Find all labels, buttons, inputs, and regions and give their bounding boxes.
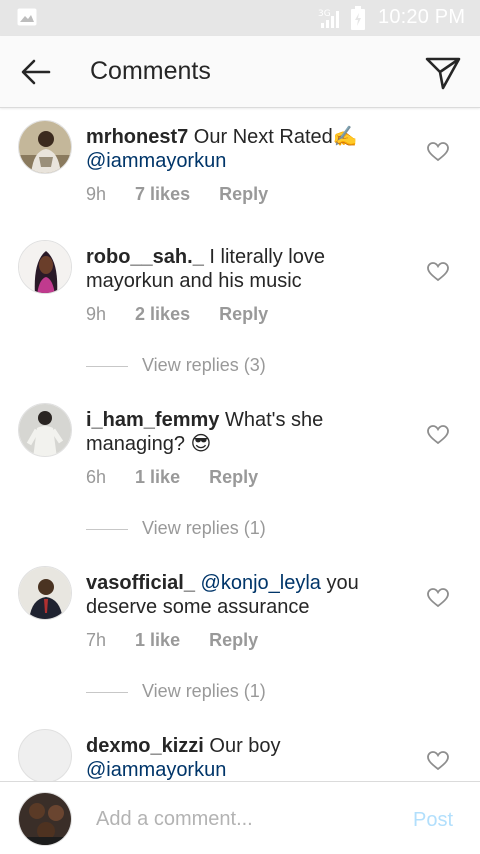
comment-username[interactable]: i_ham_femmy [86,409,219,431]
heart-icon[interactable] [427,425,449,445]
avatar[interactable] [18,729,72,783]
comment-meta: 9h 2 likes Reply [86,304,292,325]
signal-icon: 3G [318,9,339,28]
comment-time: 9h [86,304,107,324]
view-replies-button[interactable]: View replies (1) [86,681,346,703]
image-icon [17,8,37,26]
comment-composer: Add a comment... Post [0,781,480,854]
status-time: 10:20 PM [378,6,466,28]
likes-count[interactable]: 7 likes [135,184,190,204]
comment-username[interactable]: dexmo_kizzi [86,735,204,757]
view-replies-label[interactable]: View replies (1) [142,518,266,539]
comment-username[interactable]: vasofficial_ [86,572,195,594]
comment-text: i_ham_femmy What's she managing? 😎 [86,408,406,456]
likes-count[interactable]: 1 like [135,467,180,487]
comment-text: mrhonest7 Our Next Rated✍️ @iammayorkun [86,125,406,173]
view-replies-label[interactable]: View replies (1) [142,681,266,702]
comment-meta: 7h 1 like Reply [86,630,282,651]
reply-button[interactable]: Reply [209,467,258,487]
comment-time: 9h [86,184,107,204]
divider-line [86,529,128,530]
comment-text: dexmo_kizzi Our boy @iammayorkun [86,734,406,782]
heart-icon[interactable] [427,751,449,771]
avatar[interactable] [18,403,72,457]
comment-meta: 9h 7 likes Reply [86,184,292,205]
comment-body: Our Next Rated✍️ [188,126,358,148]
comment-time: 6h [86,467,107,487]
svg-text:3G: 3G [318,9,331,19]
comment-text: robo__sah._ I literally love mayorkun an… [86,245,406,293]
mention-link[interactable]: @iammayorkun [86,759,226,781]
view-replies-button[interactable]: View replies (3) [86,355,346,377]
battery-icon [351,6,365,30]
comment-username[interactable]: robo__sah._ [86,246,204,268]
view-replies-button[interactable]: View replies (1) [86,518,346,540]
likes-count[interactable]: 1 like [135,630,180,650]
reply-button[interactable]: Reply [219,304,268,324]
app-header: Comments [0,36,480,108]
avatar[interactable] [18,566,72,620]
back-arrow-icon[interactable] [19,57,51,87]
comment-time: 7h [86,630,107,650]
view-replies-label[interactable]: View replies (3) [142,355,266,376]
heart-icon[interactable] [427,588,449,608]
avatar[interactable] [18,120,72,174]
likes-count[interactable]: 2 likes [135,304,190,324]
avatar[interactable] [18,240,72,294]
comment-body: Our boy [203,735,281,757]
user-avatar [18,792,72,846]
reply-button[interactable]: Reply [209,630,258,650]
send-icon[interactable] [424,55,462,91]
comment-meta: 6h 1 like Reply [86,467,282,488]
heart-icon[interactable] [427,142,449,162]
comment-username[interactable]: mrhonest7 [86,126,188,148]
status-bar: 3G 10:20 PM [0,0,480,36]
comment-text: vasofficial_ @konjo_leyla you deserve so… [86,571,406,619]
mention-link[interactable]: @konjo_leyla [201,572,321,594]
heart-icon[interactable] [427,262,449,282]
post-button[interactable]: Post [413,809,453,832]
mention-link[interactable]: @iammayorkun [86,150,226,172]
page-title: Comments [90,57,211,85]
reply-button[interactable]: Reply [219,184,268,204]
divider-line [86,366,128,367]
divider-line [86,692,128,693]
comment-input[interactable]: Add a comment... [96,808,253,831]
